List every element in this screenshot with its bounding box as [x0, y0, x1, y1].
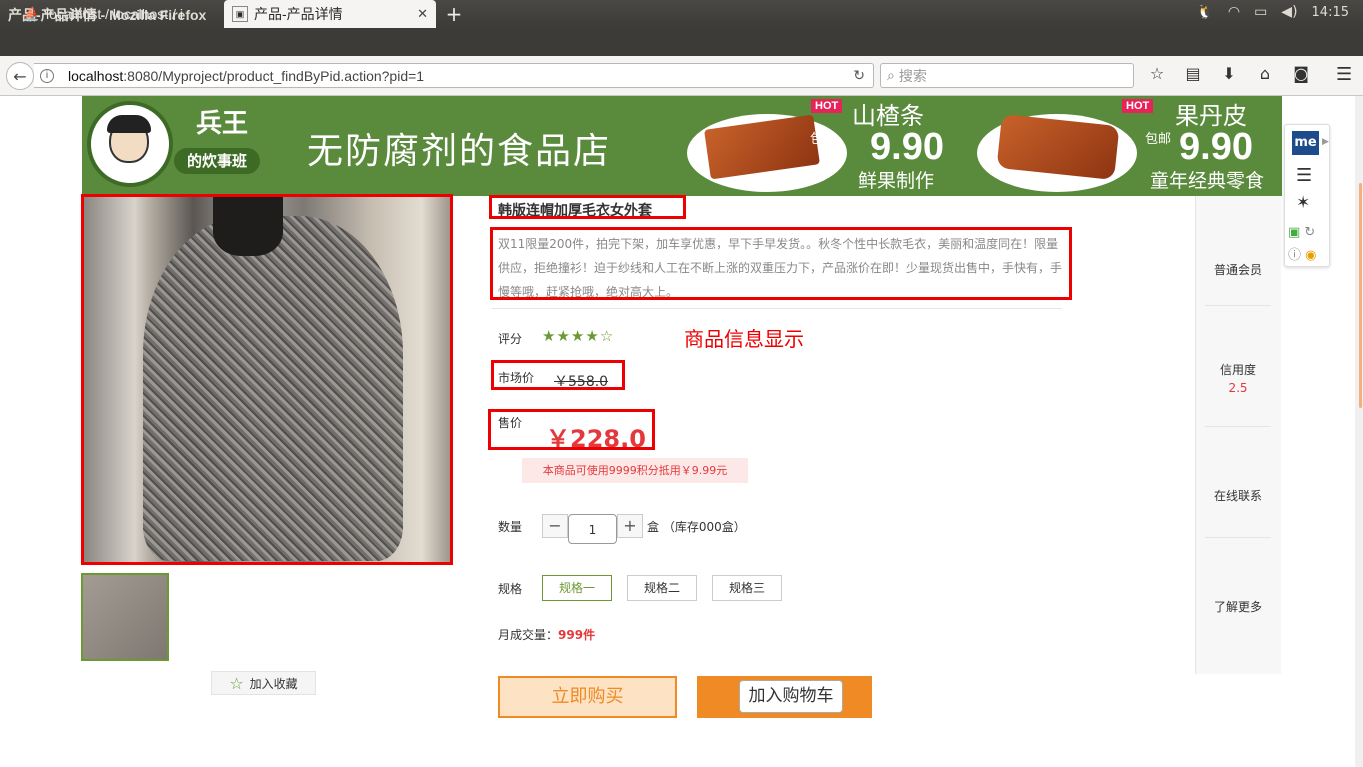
- fruit-roll-snack-image: [996, 113, 1120, 181]
- back-button[interactable]: ←: [6, 62, 34, 90]
- close-tab-icon[interactable]: ✕: [417, 6, 428, 22]
- promo-price-2: 9.90: [1179, 126, 1253, 168]
- annotation-box-image: [81, 194, 453, 565]
- hot-badge: HOT: [811, 99, 843, 113]
- spec-label: 规格: [498, 582, 523, 596]
- search-input[interactable]: ⌕ 搜索: [880, 63, 1134, 88]
- volume-icon[interactable]: ◀): [1281, 4, 1297, 20]
- download-icon[interactable]: ⬇: [1218, 64, 1240, 83]
- url-bar[interactable]: i localhost:8080/Myproject/product_findB…: [34, 63, 874, 88]
- promo-price-1: 9.90: [870, 126, 944, 168]
- phpmyadmin-favicon-icon: ⛵: [23, 6, 41, 21]
- rating-label: 评分: [498, 332, 523, 346]
- tux-icon[interactable]: 🐧: [1196, 4, 1213, 20]
- free-shipping-label: 包邮: [1145, 132, 1172, 147]
- spec-option-2[interactable]: 规格二: [627, 575, 697, 601]
- search-icon: ⌕: [887, 67, 895, 83]
- scrollbar-thumb[interactable]: [1359, 183, 1362, 408]
- hot-badge: HOT: [1122, 99, 1154, 113]
- favorite-label: 加入收藏: [249, 676, 298, 691]
- star-outline-icon: ☆: [229, 673, 244, 693]
- member-level: 普通会员: [1213, 263, 1262, 277]
- star-filled-icon: ★: [585, 327, 600, 345]
- sidebar-divider: [1205, 537, 1271, 538]
- chef-hair: [107, 115, 151, 133]
- bookmark-star-icon[interactable]: ☆: [1146, 64, 1168, 83]
- wifi-icon[interactable]: ◠: [1228, 4, 1240, 20]
- tab-strip: [0, 28, 1363, 56]
- contact-link[interactable]: 在线联系: [1195, 487, 1281, 504]
- sidebar-divider: [1205, 305, 1271, 306]
- library-icon[interactable]: ▤: [1182, 64, 1204, 83]
- star-filled-icon: ★: [556, 327, 571, 345]
- spec-option-3[interactable]: 规格三: [712, 575, 782, 601]
- promo-subtitle-2: 童年经典零食: [1150, 170, 1265, 192]
- logo-text: 兵王: [195, 109, 248, 139]
- free-shipping-label: 包邮: [810, 132, 837, 147]
- annotation-box-market-price: [491, 360, 625, 390]
- star-filled-icon: ★: [570, 327, 586, 345]
- credit-value: 2.5: [1228, 381, 1248, 395]
- divider: [492, 308, 1062, 309]
- credit-label: 信用度: [1219, 363, 1256, 377]
- add-to-cart-button[interactable]: 加入购物车: [739, 680, 843, 713]
- pocket-icon[interactable]: ◙: [1290, 64, 1312, 83]
- reload-icon[interactable]: ↻: [853, 67, 865, 84]
- points-note: 本商品可使用9999积分抵用￥9.99元: [522, 458, 748, 483]
- tab-product-detail[interactable]: ▣ 产品-产品详情 ✕: [224, 0, 436, 28]
- tab-label: localhost / localhost / i: [46, 6, 183, 22]
- search-placeholder: 搜索: [898, 67, 927, 84]
- site-info-icon[interactable]: i: [40, 68, 54, 83]
- quantity-input[interactable]: 1: [568, 514, 617, 544]
- quantity-minus-button[interactable]: −: [542, 514, 568, 538]
- quantity-label: 数量: [498, 520, 523, 534]
- promo-plate-2: [977, 113, 1137, 192]
- spec-option-1[interactable]: 规格一: [542, 575, 612, 601]
- browser-toolbar-icons: ☆ ▤ ⬇ ⌂ ◙: [1146, 64, 1312, 83]
- product-thumbnail[interactable]: [81, 573, 169, 661]
- battery-icon[interactable]: ▭: [1254, 4, 1267, 20]
- expand-arrow-icon[interactable]: ▶: [1322, 137, 1329, 147]
- buy-now-button[interactable]: 立即购买: [498, 676, 677, 718]
- extension-menu-icon[interactable]: ☰: [1296, 165, 1312, 186]
- cast-refresh-icons[interactable]: ▣ ↻: [1288, 225, 1315, 240]
- home-icon[interactable]: ⌂: [1254, 64, 1276, 83]
- add-favorite-button[interactable]: ☆ 加入收藏: [211, 671, 316, 695]
- url-text[interactable]: localhost:8080/Myproject/product_findByP…: [68, 68, 828, 84]
- magic-wand-icon[interactable]: ✶: [1296, 193, 1310, 213]
- annotation-box-sale-price: [488, 409, 655, 450]
- new-tab-button[interactable]: +: [444, 3, 464, 25]
- tab-label: 产品-产品详情: [254, 6, 343, 22]
- shop-logo: [87, 101, 173, 187]
- quantity-unit: 盒 （库存000盒）: [647, 520, 746, 534]
- annotation-text: 商品信息显示: [684, 327, 804, 351]
- sidebar-divider: [1205, 426, 1271, 427]
- extension-me-button[interactable]: me: [1292, 131, 1319, 155]
- learn-more-link[interactable]: 了解更多: [1195, 598, 1281, 615]
- shop-banner[interactable]: 兵王 的炊事班 无防腐剂的食品店 HOT 山楂条 包邮 9.90 鲜果制作 HO…: [82, 96, 1282, 196]
- rating-stars: ★★★★☆: [542, 327, 614, 345]
- annotation-box-description: [490, 227, 1072, 300]
- annotation-box-title: [489, 195, 686, 219]
- quantity-plus-button[interactable]: +: [617, 514, 643, 538]
- promo-plate-1: [687, 114, 847, 192]
- hamburger-menu-icon[interactable]: ☰: [1336, 64, 1352, 85]
- logo-badge: 的炊事班: [174, 148, 260, 174]
- promo-subtitle-1: 鲜果制作: [858, 170, 935, 192]
- clock[interactable]: 14:15: [1312, 5, 1349, 20]
- star-filled-icon: ★: [542, 327, 557, 345]
- tab-phpmyadmin[interactable]: ⛵ localhost / localhost / i: [16, 0, 222, 28]
- alert-eye-icons[interactable]: ⓘ ◉: [1288, 244, 1317, 263]
- page-favicon-icon: ▣: [232, 6, 248, 22]
- shop-name: 无防腐剂的食品店: [307, 131, 612, 172]
- system-tray: 🐧 ◠ ▭ ◀) 14:15: [1196, 4, 1349, 20]
- star-empty-icon: ☆: [599, 327, 615, 345]
- hawthorn-snack-image: [704, 114, 820, 180]
- monthly-sales: 月成交量：999件: [498, 628, 596, 642]
